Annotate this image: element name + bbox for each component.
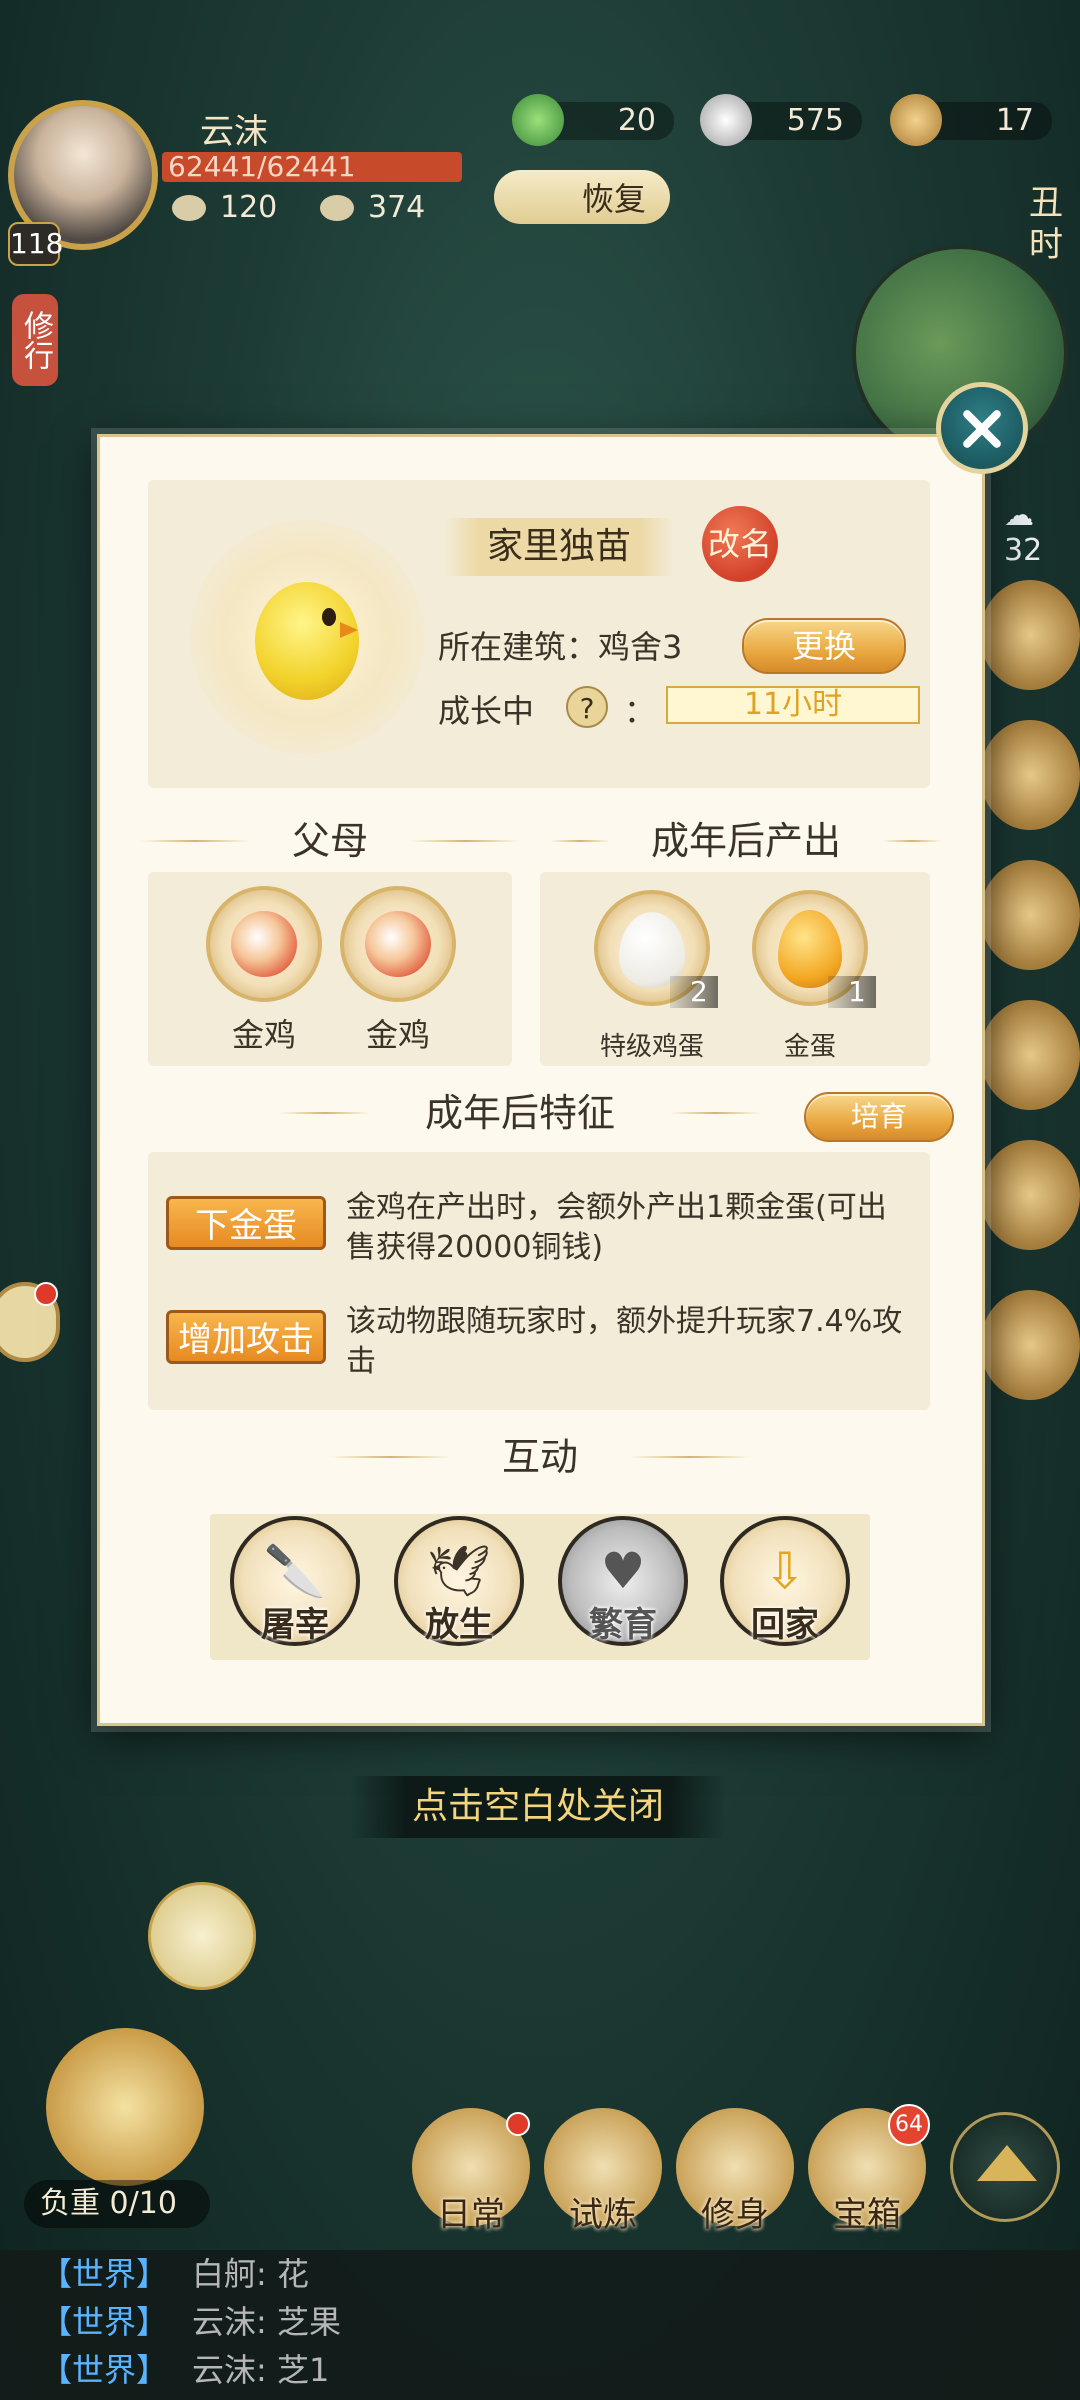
slaughter-button[interactable]: 🔪 屠宰 — [230, 1516, 360, 1646]
change-building-button[interactable]: 更换 — [742, 618, 906, 674]
silver-ingot-icon — [700, 94, 752, 146]
dumpling-icon — [320, 194, 354, 221]
weather-readout: ☁ 32 — [1004, 498, 1043, 568]
building-label: 所在建筑：鸡舍3 — [438, 628, 683, 666]
player-level-badge: 118 — [8, 222, 63, 266]
bird-release-icon: 🕊 — [427, 1542, 491, 1600]
divider — [550, 840, 610, 842]
parent-name-1: 金鸡 — [231, 1016, 296, 1054]
stat-b: 374 — [320, 190, 425, 225]
chick-eye — [322, 608, 336, 626]
parent-name-2: 金鸡 — [365, 1016, 430, 1054]
nav-trial[interactable]: 试炼 — [544, 2108, 662, 2235]
output-name-1: 特级鸡蛋 — [599, 1032, 704, 1062]
side-menu-item-4[interactable] — [980, 1000, 1080, 1110]
help-icon[interactable]: ? — [566, 686, 608, 728]
side-menu-item-1[interactable] — [980, 580, 1080, 690]
close-hint[interactable]: 点击空白处关闭 — [350, 1776, 726, 1838]
nav-treasure-chest[interactable]: 64 宝箱 — [808, 2104, 930, 2235]
cart-icon[interactable] — [46, 2028, 204, 2186]
release-button[interactable]: 🕊 放生 — [394, 1516, 524, 1646]
side-menu-item-5[interactable] — [980, 1140, 1080, 1250]
divider — [330, 1456, 450, 1458]
cultivate-tag[interactable]: 修行 — [12, 294, 58, 386]
cultivate-button[interactable]: 培育 — [804, 1092, 954, 1142]
trait-tag-1: 下金蛋 — [166, 1196, 326, 1250]
stat-a: 120 — [172, 190, 277, 225]
pet-name: 家里独苗 — [444, 518, 674, 576]
nav-daily[interactable]: 日常 — [412, 2108, 530, 2235]
bowl-icon — [172, 194, 206, 221]
output-name-2: 金蛋 — [783, 1032, 836, 1062]
chest-count-badge: 64 — [888, 2104, 930, 2146]
chick-icon — [255, 582, 359, 700]
parents-section-title: 父母 — [120, 816, 540, 866]
home-arrow-icon: ⇩ — [764, 1542, 806, 1600]
go-home-button[interactable]: ⇩ 回家 — [720, 1516, 850, 1646]
parents-panel — [148, 872, 512, 1066]
golden-rooster-icon — [231, 911, 297, 977]
hearts-icon: ♥ — [600, 1542, 646, 1600]
currency-copper[interactable]: 17 — [890, 94, 1052, 146]
jade-icon — [512, 94, 564, 146]
growth-timer: 11小时 — [666, 686, 920, 724]
chick-beak — [340, 622, 358, 638]
growth-colon: ： — [624, 692, 657, 730]
restore-button[interactable]: 恢复 — [494, 170, 670, 224]
output-section-title: 成年后产出 — [546, 816, 946, 866]
hp-bar: 62441/62441 — [162, 152, 462, 182]
world-chat[interactable]: 【世界】 白舸: 花 【世界】 云沫: 芝果 【世界】 云沫: 芝1 — [0, 2250, 1080, 2400]
notification-dot — [34, 1282, 58, 1306]
time-of-day: 丑时 — [1029, 183, 1063, 265]
copper-coin-icon — [890, 94, 942, 146]
player-name: 云沫 — [200, 112, 268, 152]
pet-follow-button[interactable] — [148, 1882, 256, 1990]
cloud-rain-icon: ☁ — [1004, 498, 1034, 533]
divider — [410, 840, 520, 842]
trait-desc-1: 金鸡在产出时，会额外产出1颗金蛋(可出售获得20000铜钱) — [346, 1190, 887, 1265]
close-icon[interactable] — [936, 382, 1028, 474]
growth-label: 成长中 — [438, 692, 535, 730]
breed-button[interactable]: ♥ 繁育 — [558, 1516, 688, 1646]
notification-dot — [506, 2112, 530, 2136]
trait-desc-2: 该动物跟随玩家时，额外提升玩家7.4%攻击 — [346, 1304, 903, 1379]
rename-button[interactable]: 改名 — [702, 506, 778, 582]
trait-tag-2: 增加攻击 — [166, 1310, 326, 1364]
side-menu-item-2[interactable] — [980, 720, 1080, 830]
side-menu-item-6[interactable] — [980, 1290, 1080, 1400]
golden-rooster-icon — [365, 911, 431, 977]
expand-menu-icon[interactable] — [950, 2112, 1060, 2222]
divider — [140, 840, 250, 842]
output-count-2: 1 — [828, 976, 876, 1008]
parent-slot-2[interactable] — [340, 886, 456, 1002]
interact-section-title: 互动 — [330, 1432, 750, 1482]
currency-silver[interactable]: 575 — [700, 94, 862, 146]
traits-section-title: 成年后特征 — [280, 1088, 760, 1138]
chat-message: 【世界】 白舸: 花 — [40, 2255, 309, 2293]
chat-message: 【世界】 云沫: 芝1 — [40, 2351, 330, 2389]
weight-label: 负重 0/10 — [24, 2180, 210, 2228]
chat-bubble-button[interactable] — [0, 1282, 60, 1362]
divider — [670, 1112, 760, 1114]
currency-jade[interactable]: 20 — [512, 94, 674, 146]
divider — [882, 840, 942, 842]
divider — [280, 1112, 370, 1114]
parent-slot-1[interactable] — [206, 886, 322, 1002]
divider — [630, 1456, 750, 1458]
output-count-1: 2 — [670, 976, 718, 1008]
cleaver-icon: 🔪 — [263, 1542, 327, 1600]
nav-cultivation[interactable]: 修身 — [676, 2108, 794, 2235]
chat-message: 【世界】 云沫: 芝果 — [40, 2303, 341, 2341]
side-menu-item-3[interactable] — [980, 860, 1080, 970]
